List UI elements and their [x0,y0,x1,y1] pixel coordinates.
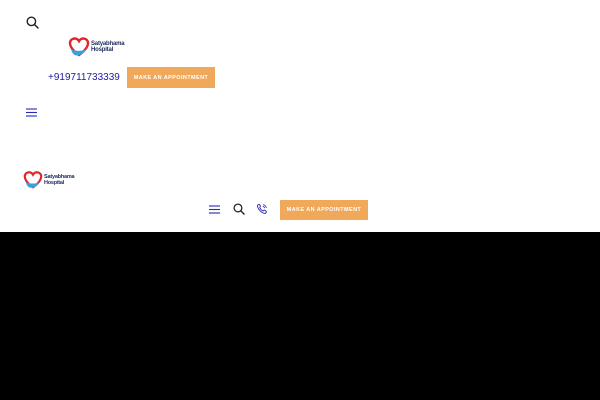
heart-logo-icon [68,37,90,57]
search-icon [232,202,245,215]
phone-call-icon [256,203,267,214]
search-button[interactable] [24,14,40,30]
sticky-make-appointment-button[interactable]: MAKE AN APPOINTMENT [280,200,368,220]
heart-logo-icon [23,171,43,189]
phone-number-link[interactable]: +919711733339 [48,72,120,84]
hamburger-menu-icon [208,204,220,214]
sticky-search-button[interactable] [231,201,246,216]
logo-text-line2: Hospital [91,47,114,53]
search-icon [26,16,39,29]
logo-text-line2: Hospital [44,180,65,186]
menu-button[interactable] [23,105,39,119]
sticky-site-logo[interactable]: Satyabhama Hospital [23,170,75,190]
sticky-phone-button[interactable] [254,201,269,216]
hero-media-area [0,232,600,400]
make-appointment-button[interactable]: MAKE AN APPOINTMENT [127,67,215,88]
site-logo[interactable]: Satyabhama Hospital [68,36,125,58]
sticky-menu-button[interactable] [206,202,222,216]
hamburger-menu-icon [25,107,37,117]
